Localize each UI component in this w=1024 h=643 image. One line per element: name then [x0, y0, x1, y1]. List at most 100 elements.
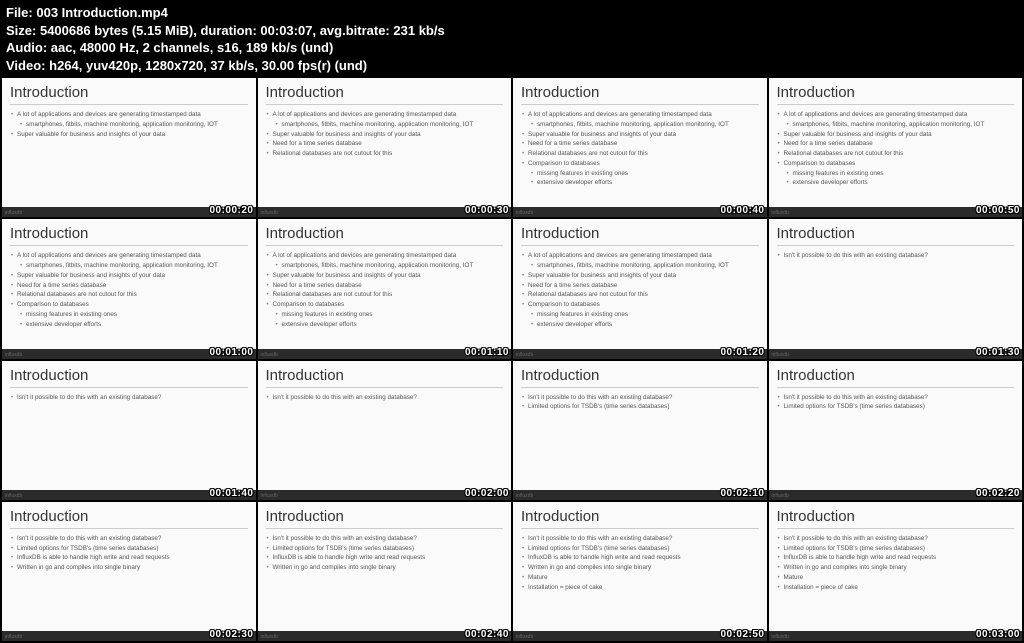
bullet-item: Isn't it possible to do this with an exi…	[266, 534, 504, 544]
thumbnail[interactable]: Introduction Isn't it possible to do this…	[769, 361, 1023, 500]
bullet-item: InfluxDB is able to handle high write an…	[10, 553, 248, 563]
brand-label: influxdb	[516, 210, 533, 216]
bullet-item: InfluxDB is able to handle high write an…	[777, 553, 1015, 563]
bullet-item: Relational databases are not cutout for …	[10, 290, 248, 300]
bullet-item: Super valuable for business and insights…	[266, 271, 504, 281]
bullet-item: Super valuable for business and insights…	[10, 130, 248, 140]
bullet-item: missing features in existing ones	[521, 169, 759, 179]
bullet-item: Need for a time series database	[266, 139, 504, 149]
slide-title: Introduction	[777, 508, 1015, 529]
brand-label: influxdb	[5, 352, 22, 358]
bullet-item: Isn't it possible to do this with an exi…	[521, 393, 759, 403]
slide-content: IntroductionIsn't it possible to do this…	[769, 502, 1023, 631]
slide-bullets: A lot of applications and devices are ge…	[777, 110, 1015, 188]
bullet-item: Comparison to databases	[521, 300, 759, 310]
slide-bullets: A lot of applications and devices are ge…	[521, 110, 759, 188]
bullet-item: Comparison to databases	[521, 159, 759, 169]
brand-label: influxdb	[772, 634, 789, 640]
bullet-item: A lot of applications and devices are ge…	[10, 110, 248, 120]
bullet-item: smartphones, fitbits, machine monitoring…	[10, 261, 248, 271]
bullet-item: Super valuable for business and insights…	[777, 130, 1015, 140]
bullet-item: Installation = piece of cake	[521, 583, 759, 593]
bullet-item: Isn't it possible to do this with an exi…	[777, 251, 1015, 261]
bullet-item: Mature	[521, 573, 759, 583]
brand-label: influxdb	[772, 493, 789, 499]
bullet-item: A lot of applications and devices are ge…	[266, 251, 504, 261]
thumbnail[interactable]: IntroductionA lot of applications and de…	[258, 78, 512, 217]
slide-title: Introduction	[521, 367, 759, 388]
bullet-item: Need for a time series database	[777, 139, 1015, 149]
slide-content: IntroductionIsn't it possible to do this…	[258, 361, 512, 490]
file-label: File:	[6, 5, 33, 20]
bullet-item: Comparison to databases	[10, 300, 248, 310]
bullet-item: Isn't it possible to do this with an exi…	[777, 393, 1015, 403]
slide-bullets: Isn't it possible to do this with an exi…	[10, 534, 248, 573]
bullet-item: extensive developer efforts	[521, 320, 759, 330]
bullet-item: Limited options for TSDB's (time series …	[777, 402, 1015, 412]
slide-bullets: A lot of applications and devices are ge…	[266, 251, 504, 329]
timestamp-label: 00:02:00	[465, 488, 509, 499]
bullet-item: Need for a time series database	[521, 139, 759, 149]
slide-title: Introduction	[10, 508, 248, 529]
brand-label: influxdb	[516, 634, 533, 640]
bullet-item: Super valuable for business and insights…	[10, 271, 248, 281]
thumbnail[interactable]: IntroductionIsn't it possible to do this…	[769, 219, 1023, 358]
video-label: Video:	[6, 58, 46, 73]
avgbitrate-label: avg.bitrate:	[320, 23, 390, 38]
bullet-item: Super valuable for business and insights…	[521, 130, 759, 140]
slide-bullets: Isn't it possible to do this with an exi…	[266, 393, 504, 403]
thumbnail[interactable]: Introduction Isn't it possible to do this…	[2, 502, 256, 641]
bullet-item: Isn't it possible to do this with an exi…	[521, 534, 759, 544]
thumbnail[interactable]: IntroductionA lot of applications and de…	[513, 78, 767, 217]
slide-bullets: A lot of applications and devices are ge…	[10, 251, 248, 329]
thumbnail[interactable]: IntroductionA lot of applications and de…	[2, 78, 256, 217]
bullet-item: extensive developer efforts	[10, 320, 248, 330]
brand-label: influxdb	[772, 352, 789, 358]
slide-bullets: Isn't it possible to do this with an exi…	[777, 393, 1015, 413]
thumbnail[interactable]: Introduction Isn't it possible to do this…	[258, 502, 512, 641]
slide-content: IntroductionIsn't it possible to do this…	[513, 502, 767, 631]
thumbnail[interactable]: IntroductionIsn't it possible to do this…	[769, 502, 1023, 641]
thumbnail[interactable]: IntroductionA lot of applications and de…	[513, 219, 767, 358]
slide-bullets: A lot of applications and devices are ge…	[266, 110, 504, 159]
bullet-item: Limited options for TSDB's (time series …	[266, 544, 504, 554]
bullet-item: A lot of applications and devices are ge…	[521, 110, 759, 120]
brand-label: influxdb	[261, 210, 278, 216]
slide-title: Introduction	[10, 225, 248, 246]
brand-label: influxdb	[5, 210, 22, 216]
avgbitrate-value: 231 kb/s	[393, 23, 444, 38]
bullet-item: Written in go and compiles into single b…	[777, 563, 1015, 573]
bullet-item: Relational databases are not cutout for …	[521, 290, 759, 300]
slide-title: Introduction	[777, 367, 1015, 388]
duration-label: duration:	[200, 23, 256, 38]
slide-content: IntroductionIsn't it possible to do this…	[2, 361, 256, 490]
slide-bullets: Isn't it possible to do this with an exi…	[266, 534, 504, 573]
bullet-item: InfluxDB is able to handle high write an…	[266, 553, 504, 563]
timestamp-label: 00:01:20	[720, 347, 764, 358]
slide-content: IntroductionIsn't it possible to do this…	[769, 219, 1023, 348]
size-human: (5.15 MiB),	[132, 23, 197, 38]
bullet-item: Limited options for TSDB's (time series …	[777, 544, 1015, 554]
thumbnail[interactable]: IntroductionIsn't it possible to do this…	[2, 361, 256, 500]
thumbnail[interactable]: IntroductionIsn't it possible to do this…	[513, 502, 767, 641]
slide-content: IntroductionA lot of applications and de…	[513, 219, 767, 348]
thumbnail[interactable]: Introduction A lot of applications and de…	[258, 219, 512, 358]
thumbnail[interactable]: Introduction A lot of applications and de…	[2, 219, 256, 358]
timestamp-label: 00:02:50	[720, 629, 764, 640]
slide-title: Introduction	[266, 508, 504, 529]
bullet-item: Relational databases are not cutout for …	[521, 149, 759, 159]
bullet-item: Super valuable for business and insights…	[521, 271, 759, 281]
bullet-item: Need for a time series database	[521, 281, 759, 291]
bullet-item: A lot of applications and devices are ge…	[10, 251, 248, 261]
timestamp-label: 00:00:20	[209, 205, 253, 216]
bullet-item: Isn't it possible to do this with an exi…	[266, 393, 504, 403]
thumbnail[interactable]: IntroductionA lot of applications and de…	[769, 78, 1023, 217]
slide-content: IntroductionA lot of applications and de…	[258, 78, 512, 207]
slide-title: Introduction	[266, 225, 504, 246]
bullet-item: Limited options for TSDB's (time series …	[521, 402, 759, 412]
bullet-item: Mature	[777, 573, 1015, 583]
bullet-item: Limited options for TSDB's (time series …	[10, 544, 248, 554]
timestamp-label: 00:02:10	[720, 488, 764, 499]
thumbnail[interactable]: IntroductionIsn't it possible to do this…	[258, 361, 512, 500]
thumbnail[interactable]: Introduction Isn't it possible to do this…	[513, 361, 767, 500]
